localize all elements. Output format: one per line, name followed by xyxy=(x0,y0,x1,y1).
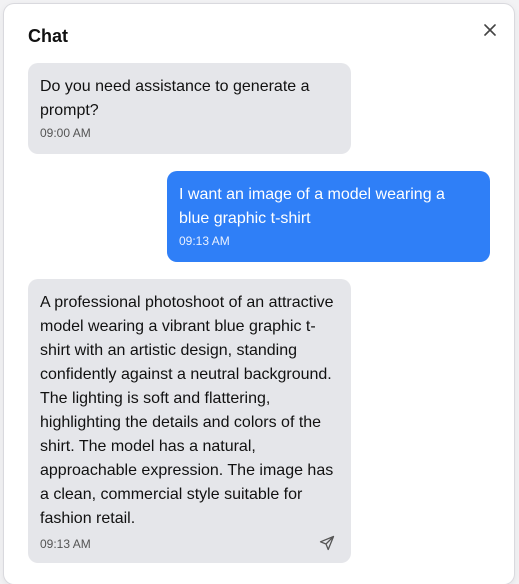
message-text: A professional photoshoot of an attracti… xyxy=(40,294,334,527)
message-text: I want an image of a model wearing a blu… xyxy=(179,186,445,227)
message-time: 09:13 AM xyxy=(40,537,91,551)
message-time: 09:00 AM xyxy=(40,126,91,140)
chat-dialog: Chat Do you need assistance to generate … xyxy=(4,4,514,584)
send-icon xyxy=(319,535,335,551)
message-footer: 09:13 AM xyxy=(40,533,339,553)
close-button[interactable] xyxy=(480,20,500,40)
assistant-message: A professional photoshoot of an attracti… xyxy=(28,279,351,563)
dialog-title: Chat xyxy=(28,26,68,46)
assistant-message: Do you need assistance to generate a pro… xyxy=(28,63,351,154)
close-icon xyxy=(484,24,496,36)
user-message: I want an image of a model wearing a blu… xyxy=(167,171,490,262)
message-text: Do you need assistance to generate a pro… xyxy=(40,78,310,119)
message-time: 09:13 AM xyxy=(179,234,230,248)
use-prompt-button[interactable] xyxy=(317,533,337,553)
